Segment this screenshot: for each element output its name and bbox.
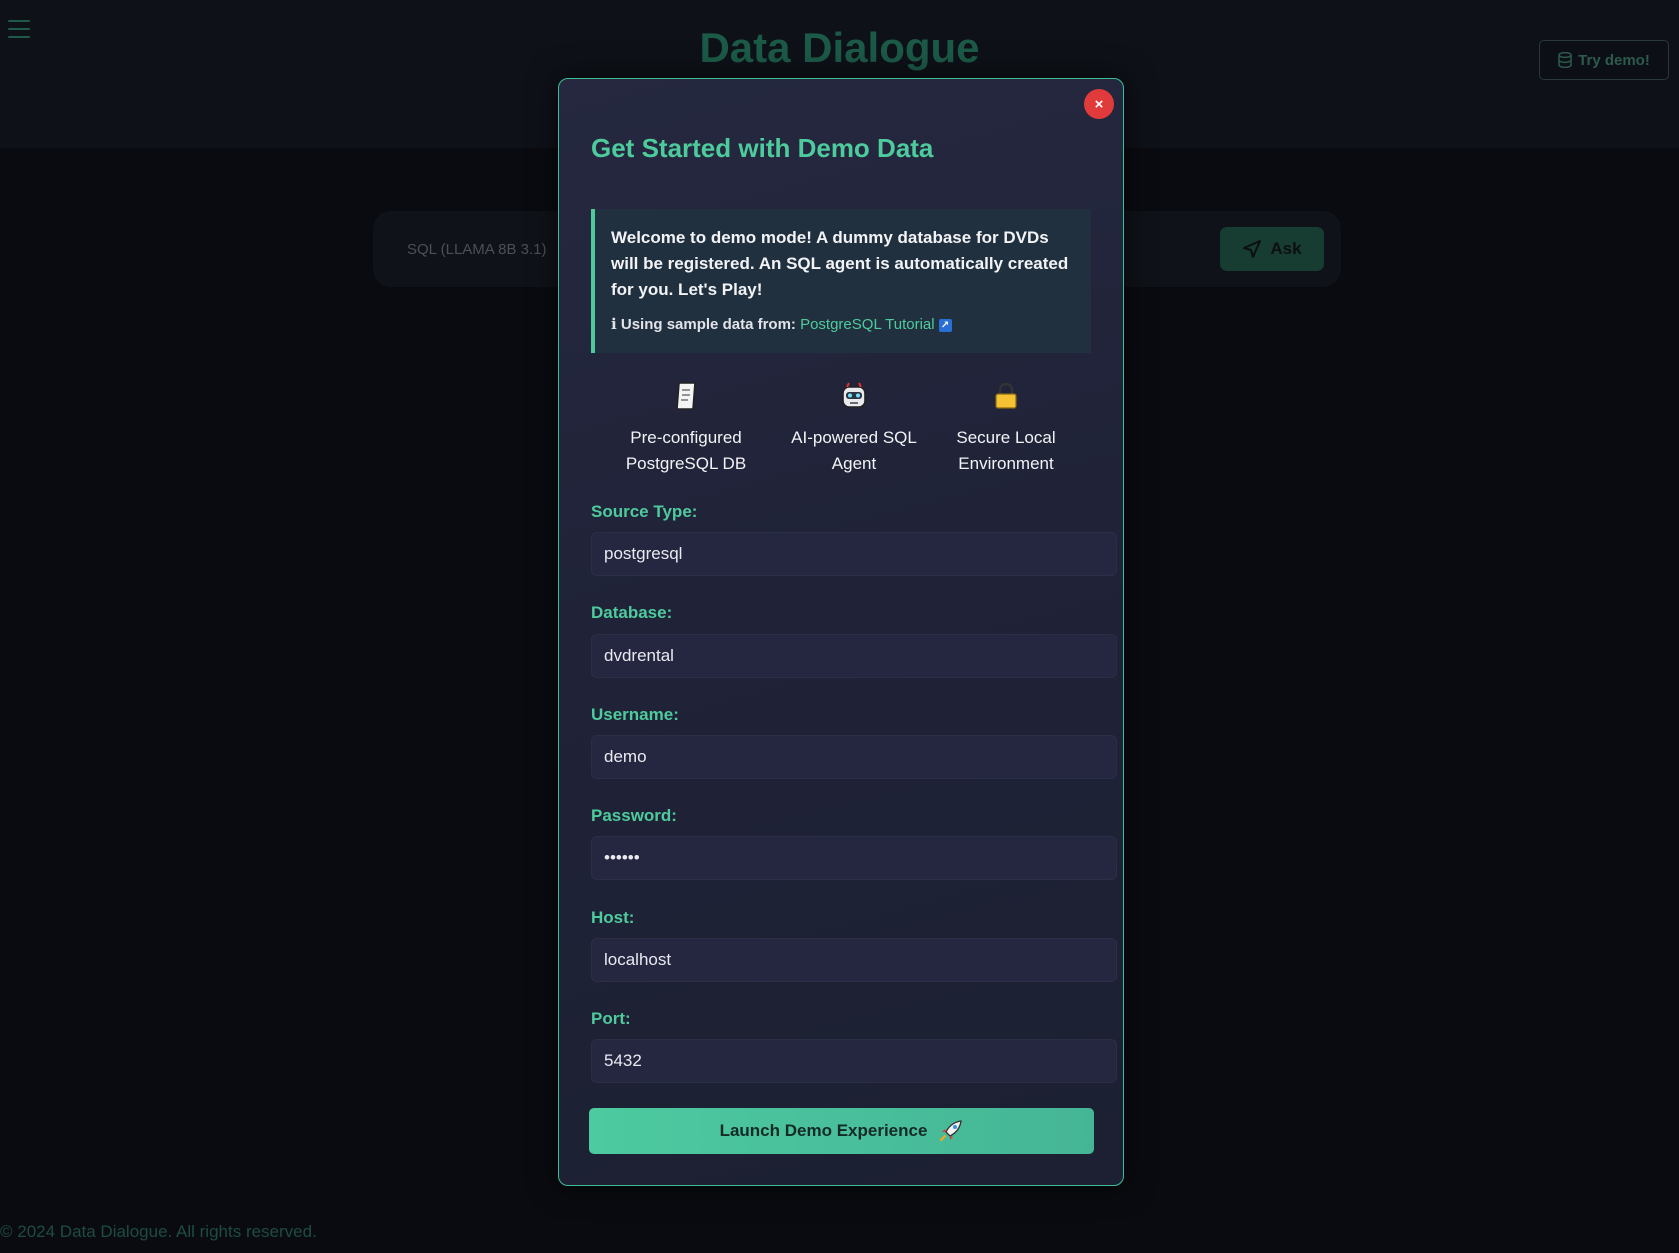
- username-label: Username:: [591, 705, 679, 724]
- footer-copyright: © 2024 Data Dialogue. All rights reserve…: [0, 1222, 317, 1241]
- robot-icon: [779, 379, 929, 413]
- feature-item: Secure Local Environment: [931, 379, 1081, 477]
- info-source-prefix: ℹ Using sample data from:: [611, 316, 796, 333]
- port-label: Port:: [591, 1009, 631, 1028]
- source-type-label: Source Type:: [591, 502, 698, 521]
- info-source: ℹ Using sample data from: PostgreSQL Tut…: [611, 315, 1075, 333]
- info-text: Welcome to demo mode! A dummy database f…: [611, 228, 1069, 299]
- ask-label: Ask: [1270, 239, 1302, 258]
- info-box: Welcome to demo mode! A dummy database f…: [591, 209, 1091, 353]
- launch-demo-label: Launch Demo Experience: [719, 1121, 928, 1140]
- feature-label: AI-powered SQL Agent: [791, 428, 917, 473]
- send-icon: [1243, 240, 1262, 258]
- port-field[interactable]: [591, 1039, 1117, 1083]
- modal-title: Get Started with Demo Data: [591, 133, 934, 163]
- feature-item: AI-powered SQL Agent: [779, 379, 929, 477]
- app-title: Data Dialogue: [699, 24, 980, 71]
- rocket-icon: [940, 1120, 963, 1142]
- try-demo-button[interactable]: Try demo!: [1539, 40, 1669, 80]
- username-field[interactable]: [591, 735, 1117, 779]
- document-icon: [611, 379, 761, 413]
- close-button[interactable]: ×: [1084, 89, 1114, 119]
- demo-modal: × Get Started with Demo Data Welcome to …: [558, 78, 1124, 1186]
- ask-button[interactable]: Ask: [1220, 227, 1324, 271]
- password-field[interactable]: [591, 836, 1117, 880]
- feature-label: Secure Local Environment: [956, 428, 1056, 473]
- host-field[interactable]: [591, 938, 1117, 982]
- launch-demo-button[interactable]: Launch Demo Experience: [589, 1108, 1094, 1154]
- database-label: Database:: [591, 603, 673, 622]
- external-link-icon[interactable]: ↗: [938, 318, 952, 332]
- feature-label: Pre-configured PostgreSQL DB: [625, 428, 747, 473]
- try-demo-label: Try demo!: [1578, 51, 1650, 69]
- database-field[interactable]: [591, 634, 1117, 678]
- database-icon: [1558, 52, 1572, 68]
- feature-item: Pre-configured PostgreSQL DB: [611, 379, 761, 477]
- postgresql-tutorial-link[interactable]: PostgreSQL Tutorial: [800, 316, 935, 333]
- host-label: Host:: [591, 908, 635, 927]
- source-type-field[interactable]: [591, 532, 1117, 576]
- password-label: Password:: [591, 806, 677, 825]
- lock-icon: [931, 379, 1081, 413]
- feature-list: Pre-configured PostgreSQL DB AI-powered …: [591, 379, 1091, 479]
